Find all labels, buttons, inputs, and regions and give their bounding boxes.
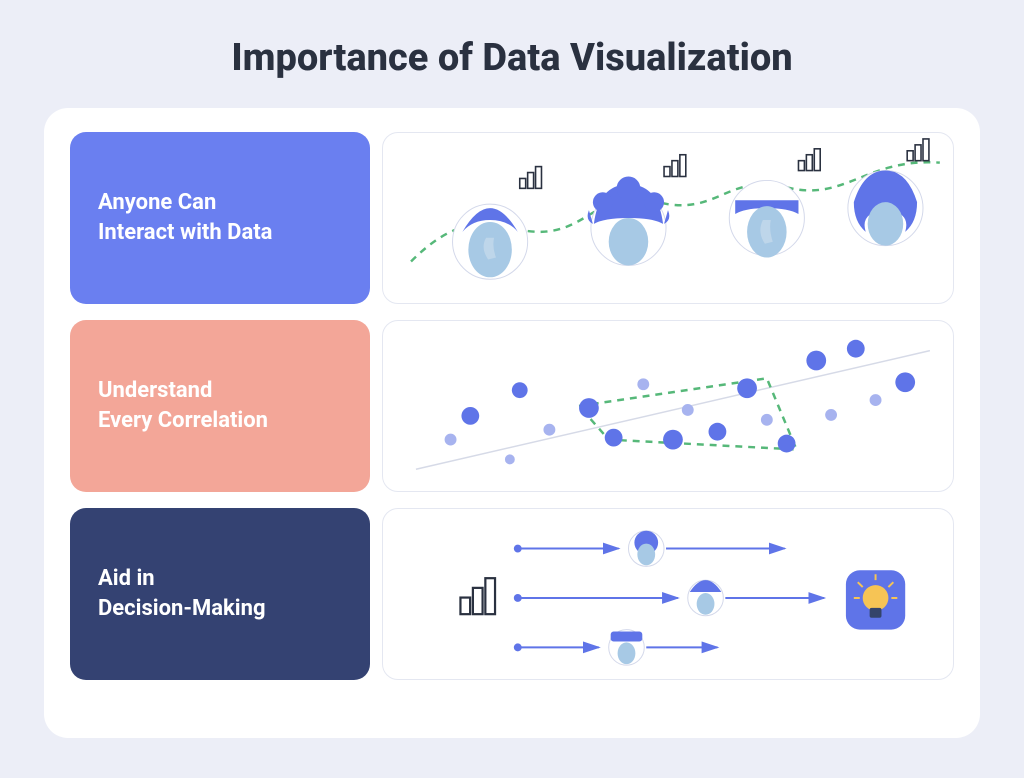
bar-chart-icon xyxy=(907,139,929,161)
illus-decision xyxy=(382,508,954,680)
illus-interact-svg xyxy=(383,133,953,303)
avatar-4 xyxy=(848,171,923,246)
bar-chart-icon xyxy=(798,149,820,171)
illus-correlation xyxy=(382,320,954,492)
label-decision: Aid inDecision-Making xyxy=(70,508,370,680)
label-correlation-text: UnderstandEvery Correlation xyxy=(98,376,268,435)
page: Importance of Data Visualization Anyone … xyxy=(0,0,1024,778)
lightbulb-icon xyxy=(846,570,905,629)
label-interact-text: Anyone CanInteract with Data xyxy=(98,188,272,247)
card: Anyone CanInteract with Data xyxy=(44,108,980,738)
trend-axis-icon xyxy=(416,351,930,470)
label-correlation: UnderstandEvery Correlation xyxy=(70,320,370,492)
avatar-mini-3 xyxy=(609,630,645,666)
avatar-3 xyxy=(729,180,804,257)
avatar-mini-2 xyxy=(688,580,724,616)
bar-chart-icon xyxy=(520,167,542,189)
bar-chart-icon xyxy=(460,578,495,614)
avatar-1 xyxy=(453,204,528,279)
illus-interact xyxy=(382,132,954,304)
label-decision-text: Aid inDecision-Making xyxy=(98,564,266,623)
label-interact: Anyone CanInteract with Data xyxy=(70,132,370,304)
page-title: Importance of Data Visualization xyxy=(44,36,980,80)
illus-correlation-svg xyxy=(383,321,953,491)
avatar-mini-1 xyxy=(628,531,664,567)
bar-chart-icon xyxy=(664,155,686,177)
avatar-2 xyxy=(588,176,670,265)
illus-decision-svg xyxy=(383,509,953,679)
